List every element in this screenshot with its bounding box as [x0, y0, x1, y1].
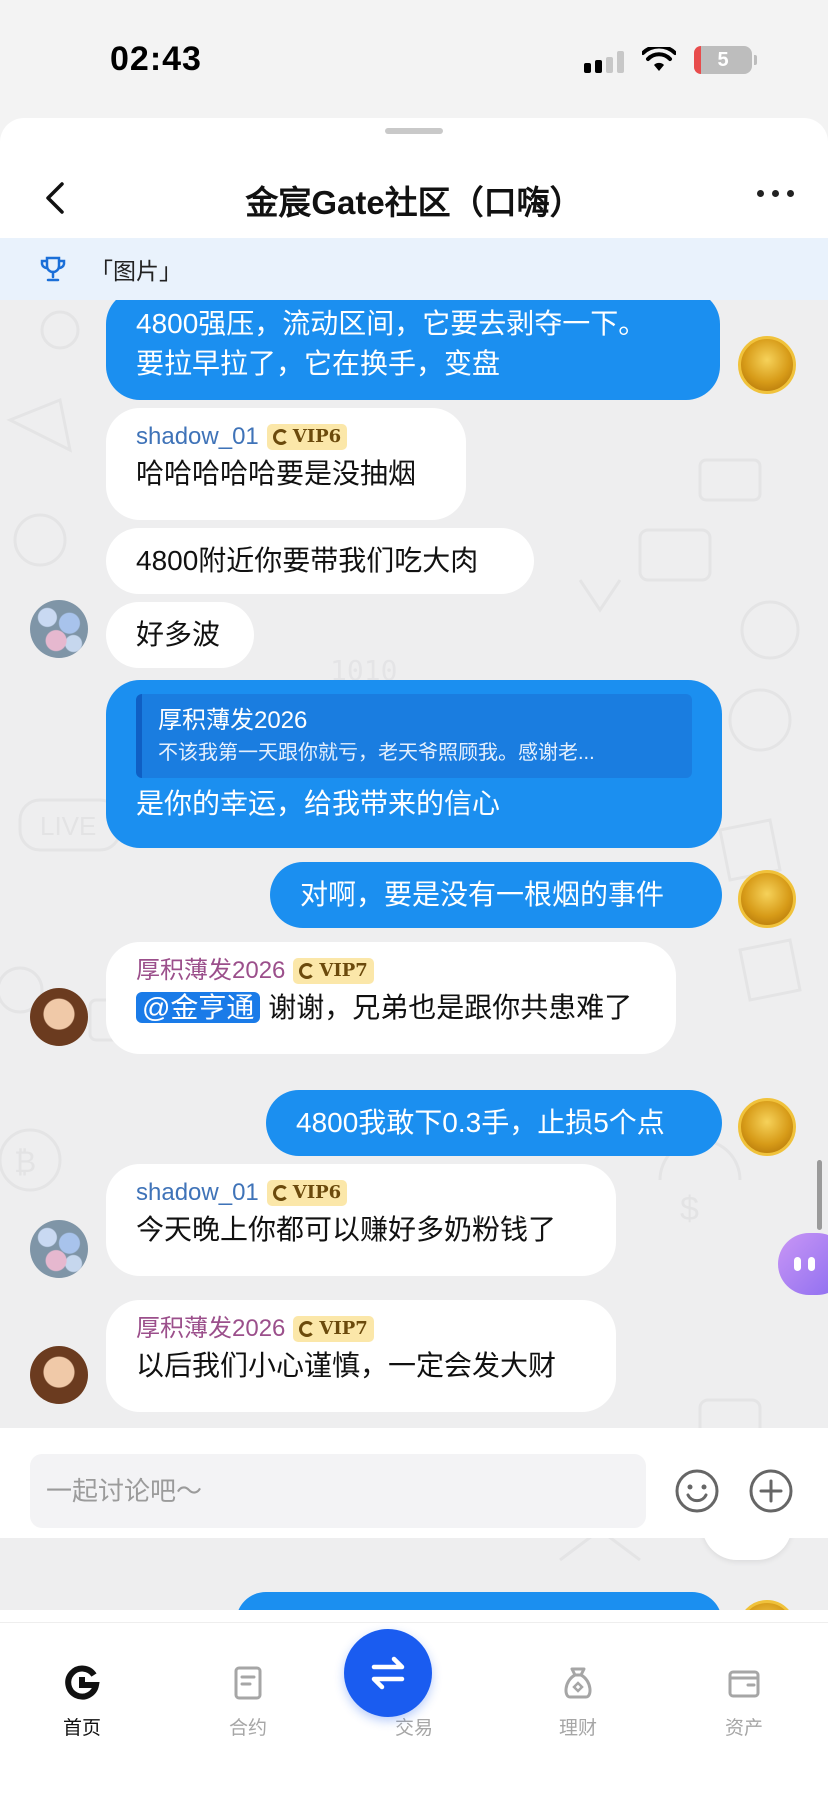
- message-text: 4800强压，流动区间，它要去剥夺一下。: [136, 308, 647, 339]
- chat-header: 金宸Gate社区（口嗨）: [0, 158, 828, 238]
- message-bubble-outgoing[interactable]: 对啊，要是没有一根烟的事件: [270, 862, 722, 928]
- sender-name[interactable]: shadow_01: [136, 1176, 259, 1210]
- quoted-message[interactable]: 厚积薄发2026 不该我第一天跟你就亏，老天爷照顾我。感谢老...: [136, 694, 692, 778]
- quoted-sender: 厚积薄发2026: [158, 707, 308, 734]
- sender-name[interactable]: 厚积薄发2026: [136, 1312, 285, 1346]
- chat-sheet: 金宸Gate社区（口嗨） 「图片」 1010 LIVE ₿ $ 4800强压，流…: [0, 118, 828, 1800]
- emoji-icon[interactable]: [674, 1468, 720, 1514]
- sheet-grabber[interactable]: [385, 128, 443, 134]
- vip-level: VIP7: [319, 1318, 368, 1339]
- scrollbar[interactable]: [817, 1160, 822, 1230]
- more-options-icon[interactable]: [757, 190, 794, 197]
- tab-contract[interactable]: 合约: [188, 1663, 308, 1740]
- avatar[interactable]: [30, 988, 88, 1046]
- vip-level: VIP6: [292, 426, 342, 447]
- swap-icon: [371, 1656, 405, 1690]
- tab-finance[interactable]: 理财: [518, 1663, 638, 1740]
- message-sender: shadow_01 VIP6: [136, 1176, 586, 1210]
- message-text: 谢谢，兄弟也是跟你共患难了: [260, 992, 633, 1023]
- sender-name[interactable]: 厚积薄发2026: [136, 954, 285, 988]
- message-bubble-incoming[interactable]: 厚积薄发2026 VIP7 以后我们小心谨慎，一定会发大财: [106, 1300, 616, 1412]
- message-bubble-incoming[interactable]: shadow_01 VIP6 今天晚上你都可以赚好多奶粉钱了: [106, 1164, 616, 1276]
- tab-home[interactable]: 首页: [22, 1663, 142, 1740]
- avatar[interactable]: [738, 1098, 796, 1156]
- tab-label: 资产: [724, 1718, 763, 1739]
- trophy-icon: [40, 256, 66, 282]
- vip-level: VIP7: [319, 960, 368, 981]
- avatar[interactable]: [738, 870, 796, 928]
- svg-text:$: $: [680, 1190, 699, 1228]
- composer-bar: [0, 1428, 828, 1538]
- message-bubble-incoming[interactable]: 厚积薄发2026 VIP7 @金亨通 谢谢，兄弟也是跟你共患难了: [106, 942, 676, 1054]
- sender-name[interactable]: shadow_01: [136, 420, 259, 454]
- wallet-icon: [728, 1670, 760, 1698]
- gate-logo-icon: [65, 1665, 100, 1700]
- mention-tag[interactable]: @金亨通: [136, 992, 261, 1023]
- avatar[interactable]: [738, 336, 796, 394]
- message-text: 4800我敢下0.3手，止损5个点: [296, 1107, 665, 1138]
- message-sender: 厚积薄发2026 VIP7: [136, 1312, 586, 1346]
- wifi-icon: [642, 47, 676, 71]
- vip-badge: VIP7: [293, 958, 374, 984]
- tab-label: 理财: [558, 1718, 597, 1739]
- message-text: 对啊，要是没有一根烟的事件: [300, 879, 665, 910]
- status-icons: 5: [584, 46, 757, 74]
- message-bubble-outgoing[interactable]: 厚积薄发2026 不该我第一天跟你就亏，老天爷照顾我。感谢老... 是你的幸运，…: [106, 680, 722, 848]
- tab-trade[interactable]: 交易: [344, 1629, 474, 1740]
- message-text: 好多波: [136, 619, 221, 650]
- vip-badge: VIP7: [293, 1316, 374, 1342]
- tab-label: 首页: [62, 1718, 101, 1739]
- pinned-message-text: 「图片」: [90, 258, 182, 284]
- quoted-text: 不该我第一天跟你就亏，老天爷照顾我。感谢老...: [158, 742, 595, 764]
- money-bag-icon: [564, 1667, 592, 1699]
- message-text: 今天晚上你都可以赚好多奶粉钱了: [136, 1214, 557, 1245]
- message-text: @金亨通 谢谢，兄弟也是跟你共患难了: [136, 988, 646, 1028]
- avatar[interactable]: [30, 600, 88, 658]
- status-bar: 02:43 5: [0, 0, 828, 118]
- message-bubble-incoming[interactable]: 4800附近你要带我们吃大肉: [106, 528, 534, 594]
- tab-label: 合约: [228, 1718, 267, 1739]
- message-bubble-outgoing[interactable]: 4800强压，流动区间，它要去剥夺一下。 要拉早拉了，它在换手，变盘: [106, 300, 720, 400]
- cellular-signal-icon: [584, 47, 624, 73]
- message-text: 要拉早拉了，它在换手，变盘: [136, 348, 501, 379]
- battery-icon: 5: [694, 46, 757, 74]
- avatar[interactable]: [30, 1346, 88, 1404]
- message-sender: shadow_01 VIP6: [136, 420, 436, 454]
- message-input[interactable]: [30, 1454, 646, 1528]
- message-list[interactable]: 1010 LIVE ₿ $ 4800强压，流动区间，它要去剥夺一下。 要拉早拉了…: [0, 300, 828, 1610]
- message-bubble-incoming[interactable]: shadow_01 VIP6 哈哈哈哈哈要是没抽烟: [106, 408, 466, 520]
- message-text: 4800附近你要带我们吃大肉: [136, 545, 479, 576]
- message-sender: 厚积薄发2026 VIP7: [136, 954, 646, 988]
- message-text: 以后我们小心谨慎，一定会发大财: [136, 1350, 557, 1381]
- vip-badge: VIP6: [266, 424, 348, 450]
- message-bubble-outgoing[interactable]: 4800我敢下0.3手，止损5个点: [266, 1090, 722, 1156]
- vip-badge: VIP6: [266, 1180, 348, 1206]
- message-text: 是你的幸运，给我带来的信心: [136, 788, 501, 819]
- tab-label: 交易: [394, 1718, 433, 1739]
- chat-title: 金宸Gate社区（口嗨）: [245, 184, 583, 221]
- status-time: 02:43: [110, 40, 202, 78]
- trade-button[interactable]: [344, 1629, 432, 1717]
- tab-assets[interactable]: 资产: [684, 1663, 804, 1740]
- message-text: 哈哈哈哈哈要是没抽烟: [136, 458, 417, 489]
- svg-text:₿: ₿: [14, 1146, 36, 1179]
- contract-icon: [234, 1666, 262, 1700]
- bottom-tab-bar: 首页 合约 交易 理财 资产: [0, 1622, 828, 1800]
- svg-text:LIVE: LIVE: [40, 811, 96, 841]
- pinned-message-bar[interactable]: 「图片」: [0, 238, 828, 300]
- avatar[interactable]: [30, 1220, 88, 1278]
- message-bubble-incoming[interactable]: 好多波: [106, 602, 254, 668]
- message-bubble-outgoing[interactable]: [236, 1592, 722, 1610]
- vip-level: VIP6: [292, 1182, 342, 1203]
- add-attachment-icon[interactable]: [748, 1468, 794, 1514]
